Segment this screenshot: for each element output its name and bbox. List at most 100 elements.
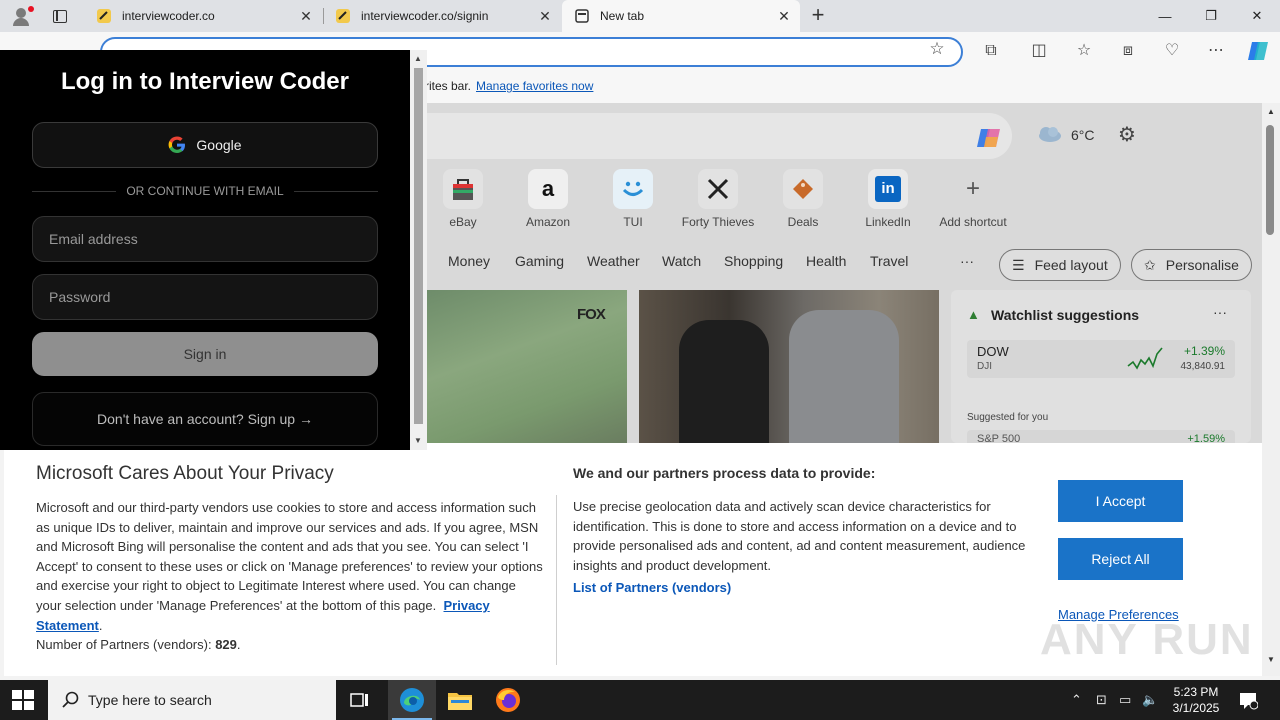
network-icon[interactable]: ▭ xyxy=(1119,692,1131,708)
add-plus-icon: + xyxy=(965,175,980,202)
anyrun-watermark: ANY RUN xyxy=(1040,615,1254,664)
tab-close-icon[interactable]: ✕ xyxy=(296,6,316,26)
tab-interviewcoder-signin[interactable]: interviewcoder.co/signin ✕ xyxy=(323,0,561,32)
close-window-icon[interactable]: ✕ xyxy=(1234,0,1280,32)
shortcut-amazon[interactable]: a Amazon xyxy=(503,169,593,229)
tab-new-tab[interactable]: New tab ✕ xyxy=(562,0,800,32)
weather-fox-logo: FOX xyxy=(577,306,606,323)
firefox-icon[interactable] xyxy=(484,680,532,720)
taskbar-search-placeholder: Type here to search xyxy=(88,692,212,708)
split-screen-icon[interactable]: ◫ xyxy=(1028,40,1050,62)
web-search-box[interactable] xyxy=(400,113,1012,159)
accept-button[interactable]: I Accept xyxy=(1058,480,1183,522)
news-card-weather-image[interactable]: FOX xyxy=(427,290,627,443)
watchlist-more-icon[interactable]: ··· xyxy=(1213,304,1227,320)
manage-favorites-link[interactable]: Manage favorites now xyxy=(476,79,593,93)
more-options-icon[interactable]: ⋯ xyxy=(1205,40,1227,62)
more-categories-icon[interactable]: ··· xyxy=(960,253,974,275)
category-gaming[interactable]: Gaming xyxy=(515,253,564,275)
copilot-icon[interactable] xyxy=(972,121,1006,155)
favorites-icon[interactable]: ☆ xyxy=(1073,40,1095,62)
privacy-body: Microsoft and our third-party vendors us… xyxy=(36,500,543,653)
privacy-title: Microsoft Cares About Your Privacy xyxy=(36,463,334,484)
sliders-icon: ☰ xyxy=(1012,256,1025,273)
category-health[interactable]: Health xyxy=(806,253,846,275)
personalise-button[interactable]: ✩ Personalise xyxy=(1131,249,1252,281)
shortcut-add[interactable]: + Add shortcut xyxy=(928,169,1018,229)
new-tab-page-icon xyxy=(575,9,589,23)
feed-layout-label: Feed layout xyxy=(1034,257,1108,273)
google-login-button[interactable]: Google xyxy=(32,122,378,168)
clock-time: 5:23 PM xyxy=(1173,685,1219,699)
collections-icon[interactable]: ⧈ xyxy=(1117,40,1139,62)
browser-essentials-icon[interactable]: ♡ xyxy=(1161,40,1183,62)
email-field[interactable]: Email address xyxy=(32,216,378,262)
tab-title: interviewcoder.co/signin xyxy=(361,9,489,23)
cloud-icon xyxy=(1039,127,1061,142)
show-hidden-icons-icon[interactable]: ⌃ xyxy=(1071,692,1082,708)
shortcut-label: Amazon xyxy=(525,215,571,229)
extensions-icon[interactable]: ⧉ xyxy=(980,40,1002,62)
profile-icon[interactable] xyxy=(8,4,36,28)
tab-close-icon[interactable]: ✕ xyxy=(774,6,794,26)
watchlist-row-sp500[interactable]: S&P 500 +1.59% xyxy=(967,430,1235,443)
notifications-icon[interactable] xyxy=(1238,690,1258,710)
taskbar-search-box[interactable]: Type here to search xyxy=(48,680,336,720)
tab-actions-icon[interactable] xyxy=(48,6,72,26)
clock-date: 3/1/2025 xyxy=(1172,701,1220,715)
shortcut-ebay[interactable]: eBay xyxy=(418,169,508,229)
login-title: Log in to Interview Coder xyxy=(60,68,349,95)
shortcut-label: Deals xyxy=(787,215,819,229)
divider xyxy=(556,495,557,665)
volume-icon[interactable]: 🔈 xyxy=(1142,692,1158,708)
shortcut-forty-thieves[interactable]: Forty Thieves xyxy=(673,169,763,229)
shortcut-linkedin[interactable]: in LinkedIn xyxy=(843,169,933,229)
shortcut-deals[interactable]: Deals xyxy=(758,169,848,229)
stock-exchange: DJI xyxy=(977,361,992,372)
popup-scrollbar[interactable]: ▲ ▼ xyxy=(410,50,427,450)
news-card-photo[interactable] xyxy=(639,290,939,443)
windows-start-icon[interactable] xyxy=(12,690,34,710)
suggested-label: Suggested for you xyxy=(967,412,1049,423)
reject-all-button[interactable]: Reject All xyxy=(1058,538,1183,580)
partners-count: 829 xyxy=(215,637,237,653)
edge-taskbar-icon[interactable] xyxy=(388,680,436,720)
password-field[interactable]: Password xyxy=(32,274,378,320)
google-logo-icon xyxy=(169,136,186,153)
restore-icon[interactable]: ❐ xyxy=(1188,0,1234,32)
shortcut-tui[interactable]: TUI xyxy=(588,169,678,229)
list-of-partners-link[interactable]: List of Partners (vendors) xyxy=(573,580,731,595)
category-travel[interactable]: Travel xyxy=(870,253,908,275)
tab-title: interviewcoder.co xyxy=(122,9,215,23)
sign-up-button[interactable]: Don't have an account? Sign up → xyxy=(32,392,378,446)
stock-symbol: DOW xyxy=(977,344,1009,359)
favorite-star-icon[interactable]: ☆ xyxy=(928,40,946,58)
tab-close-icon[interactable]: ✕ xyxy=(535,6,555,26)
category-shopping[interactable]: Shopping xyxy=(724,253,783,275)
system-clock[interactable]: 5:23 PM 3/1/2025 xyxy=(1164,684,1228,716)
new-tab-plus-icon[interactable]: + xyxy=(806,4,830,28)
copilot-icon[interactable] xyxy=(1246,40,1270,62)
stock-change: +1.39% xyxy=(1183,344,1225,358)
sign-in-button[interactable]: Sign in xyxy=(32,332,378,376)
watchlist-card: ▲ Watchlist suggestions ··· DOW DJI +1.3… xyxy=(951,290,1251,443)
file-explorer-icon[interactable] xyxy=(436,680,484,720)
interview-coder-login-popup: Log in to Interview Coder Google OR CONT… xyxy=(0,50,427,450)
weather-temperature[interactable]: 6°C xyxy=(1071,127,1095,143)
device-icon[interactable]: ⊡ xyxy=(1096,692,1107,708)
category-watch[interactable]: Watch xyxy=(662,253,701,275)
minimize-icon[interactable]: — xyxy=(1142,0,1188,32)
category-weather[interactable]: Weather xyxy=(587,253,640,275)
shortcut-label: TUI xyxy=(623,215,643,229)
settings-gear-icon[interactable]: ⚙ xyxy=(1115,123,1139,147)
task-view-icon[interactable] xyxy=(336,680,384,720)
category-money[interactable]: Money xyxy=(448,253,490,275)
personalise-label: Personalise xyxy=(1165,257,1239,273)
page-scrollbar[interactable]: ▲ ▼ xyxy=(1262,103,1280,676)
tab-interviewcoder[interactable]: interviewcoder.co ✕ xyxy=(84,0,322,32)
shortcut-label: LinkedIn xyxy=(865,215,911,229)
data-processing-body: Use precise geolocation data and activel… xyxy=(573,499,1026,573)
feed-layout-button[interactable]: ☰ Feed layout xyxy=(999,249,1121,281)
amazon-logo-icon: a xyxy=(528,169,568,209)
watchlist-row-dow[interactable]: DOW DJI +1.39% 43,840.91 xyxy=(967,340,1235,378)
